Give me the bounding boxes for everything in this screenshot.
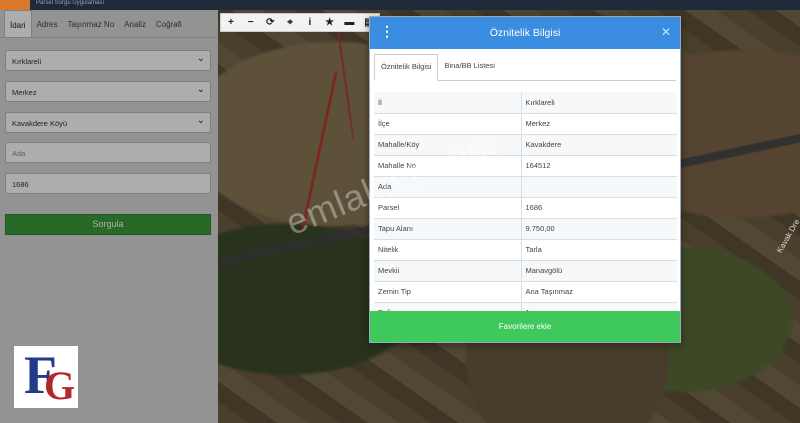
add-favorite-button[interactable]: Favorilere ekle — [370, 311, 680, 342]
app-header: Parsel Sorgu Uygulaması — [0, 0, 800, 10]
info-icon[interactable]: i — [300, 14, 320, 31]
ilce-select[interactable]: Merkez — [5, 81, 211, 102]
tab-adres[interactable]: Adres — [32, 10, 63, 37]
attribute-key: Tapu Alanı — [374, 218, 522, 240]
attribute-key: İlçe — [374, 113, 522, 135]
parsel-input[interactable]: 1686 — [5, 173, 211, 194]
attribute-key: İl — [374, 92, 522, 114]
attribute-value: 1686 — [521, 197, 677, 219]
attribute-value: Manavgölü — [521, 260, 677, 282]
table-row: Mevkii Manavgölü — [374, 260, 677, 282]
app-logo — [0, 0, 30, 10]
close-icon[interactable]: ✕ — [661, 25, 671, 39]
zoom-in-icon[interactable]: + — [221, 14, 241, 31]
attribute-table: İl Kırklareli İlçe Merkez Mahalle/Köy Kavakde… — [374, 92, 677, 324]
table-row: Zemin Tip Ana Taşınmaz — [374, 281, 677, 303]
table-row: İl Kırklareli — [374, 92, 677, 114]
search-tabs: İdari Adres Taşınmaz No Analiz Coğrafi — [0, 10, 218, 38]
mahalle-select[interactable]: Kavakdere Köyü — [5, 112, 211, 133]
attribute-value: 9.750,00 — [521, 218, 677, 240]
query-button[interactable]: Sorgula — [5, 214, 211, 235]
dialog-tabs: Öznitelik Bilgisi Bina/BB Listesi — [374, 54, 676, 81]
dialog-title: Öznitelik Bilgisi — [489, 27, 561, 39]
table-row: İlçe Merkez — [374, 113, 677, 135]
locate-icon[interactable]: ⌖ — [280, 14, 300, 31]
measure-icon[interactable]: ▬ — [340, 14, 360, 31]
attribute-key: Zemin Tip — [374, 281, 522, 303]
tab-analiz[interactable]: Analiz — [119, 10, 151, 37]
attribute-value — [521, 176, 677, 198]
il-select[interactable]: Kırklareli — [5, 50, 211, 71]
attribute-value: Tarla — [521, 239, 677, 261]
attribute-key: Nitelik — [374, 239, 522, 261]
table-row: Nitelik Tarla — [374, 239, 677, 261]
tab-bina-listesi[interactable]: Bina/BB Listesi — [438, 54, 500, 80]
road-label: Kavak Dre — [774, 217, 800, 255]
star-icon[interactable]: ★ — [320, 14, 340, 31]
tab-oznitelik[interactable]: Öznitelik Bilgisi — [374, 54, 439, 81]
app-name: Parsel Sorgu Uygulaması — [36, 0, 105, 6]
ada-input[interactable]: Ada — [5, 142, 211, 163]
table-row: Parsel 1686 — [374, 197, 677, 219]
tab-idari[interactable]: İdari — [4, 10, 32, 37]
map-toolbar: + − ⟳ ⌖ i ★ ▬ ▤ — [220, 13, 380, 32]
zoom-out-icon[interactable]: − — [241, 14, 261, 31]
attribute-value: Merkez — [521, 113, 677, 135]
attribute-value: Ana Taşınmaz — [521, 281, 677, 303]
table-row: Tapu Alanı 9.750,00 — [374, 218, 677, 240]
dialog-header: ⋮ Öznitelik Bilgisi ✕ — [370, 17, 680, 49]
tab-tasinmaz-no[interactable]: Taşınmaz No — [62, 10, 119, 37]
tab-cografi[interactable]: Coğrafi — [151, 10, 187, 37]
attribute-key: Mevkii — [374, 260, 522, 282]
attribute-value: Kavakdere — [521, 134, 677, 156]
refresh-icon[interactable]: ⟳ — [261, 14, 281, 31]
attribute-value: 164512 — [521, 155, 677, 177]
fg-logo: FG — [14, 345, 78, 408]
attribute-value: Kırklareli — [521, 92, 677, 114]
